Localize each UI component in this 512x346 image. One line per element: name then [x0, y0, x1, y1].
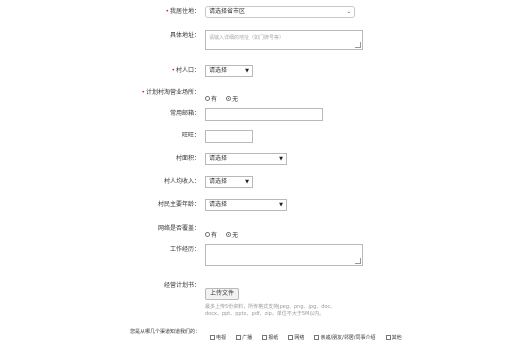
address-placeholder: 请输入详细的地址（如门牌号等） [209, 35, 285, 41]
checkbox-tv[interactable] [210, 335, 215, 340]
resize-grip-icon[interactable] [355, 258, 361, 264]
age-select-value: 请选择 [209, 201, 228, 208]
age-label: 村民主要年龄： [157, 201, 200, 208]
population-select[interactable]: 请选择 ▼ [205, 65, 253, 77]
radio-no[interactable] [226, 232, 232, 237]
income-select-value: 请选择 [209, 178, 228, 185]
checkbox-newspaper-label: 报纸 [268, 335, 279, 341]
checkbox-tv-label: 电视 [216, 335, 227, 341]
email-input[interactable] [205, 108, 323, 121]
population-label: •村人口： [171, 67, 200, 74]
checkbox-referral[interactable] [314, 335, 320, 340]
qq-label: 旺旺： [181, 132, 200, 139]
location-select[interactable]: 请选择省市区 ⌄ [205, 6, 355, 18]
dropdown-arrow-icon: ▼ [279, 156, 283, 162]
population-select-value: 请选择 [209, 67, 228, 74]
required-mark: • [141, 89, 145, 96]
upload-label: 经营计划书： [163, 282, 200, 289]
location-select-value: 请选择省市区 [209, 8, 246, 15]
area-select-value: 请选择 [209, 155, 228, 162]
required-mark: • [165, 8, 169, 15]
radio-no[interactable] [226, 96, 232, 101]
address-textarea[interactable]: 请输入详细的地址（如门牌号等） [205, 30, 363, 50]
chevron-down-icon: ⌄ [346, 9, 351, 15]
income-label: 村人均收入： [163, 178, 200, 185]
checkbox-radio[interactable] [236, 335, 242, 340]
radio-no-label: 无 [232, 232, 239, 239]
income-select[interactable]: 请选择 ▼ [205, 176, 253, 188]
experience-label: 工作经历： [169, 246, 200, 253]
location-label: •我居住地： [165, 8, 200, 15]
channels-label: 您是从哪几个渠道知道我们的： [129, 329, 200, 335]
upload-hint: 最多上传5份资料，所传格式支持jpeg、png、jpg、doc、docx、ppt… [205, 304, 336, 317]
upload-control: 上传文件 最多上传5份资料，所传格式支持jpeg、png、jpg、doc、doc… [205, 280, 350, 318]
checkbox-internet-label: 网络 [294, 335, 305, 341]
experience-textarea[interactable] [205, 244, 363, 266]
checkbox-newspaper[interactable] [262, 335, 268, 340]
checkbox-internet[interactable] [288, 335, 294, 340]
required-mark: • [171, 67, 175, 74]
area-select[interactable]: 请选择 ▼ [205, 153, 287, 165]
age-select[interactable]: 请选择 ▼ [205, 199, 287, 211]
radio-yes-label: 有 [211, 232, 218, 239]
email-label: 常用邮箱： [169, 110, 200, 117]
experience-row: 工作经历： [0, 244, 512, 266]
address-row: 具体地址： 请输入详细的地址（如门牌号等） [0, 30, 512, 50]
network-radios: 有 无 [205, 224, 242, 243]
dropdown-arrow-icon: ▼ [245, 68, 249, 74]
address-label: 具体地址： [169, 32, 200, 39]
dropdown-arrow-icon: ▼ [279, 202, 283, 208]
radio-yes-label: 有 [211, 96, 218, 103]
area-label: 村面积： [175, 155, 200, 162]
channels-checkboxes: 电视 广播 报纸 网络 亲戚/朋友/邻居/同事介绍 其他 [210, 327, 407, 346]
checkbox-radio-label: 广播 [242, 335, 253, 341]
checkbox-other[interactable] [385, 335, 391, 340]
network-label: 网络是否覆盖： [157, 225, 200, 232]
qq-input[interactable] [205, 130, 253, 143]
radio-yes[interactable] [205, 232, 210, 237]
checkbox-referral-label: 亲戚/朋友/邻居/同事介绍 [320, 335, 376, 341]
radio-no-label: 无 [232, 96, 239, 103]
dropdown-arrow-icon: ▼ [245, 179, 249, 185]
resize-grip-icon[interactable] [355, 42, 361, 48]
business-place-label: •计划村淘营业场所： [141, 89, 200, 96]
business-place-radios: 有 无 [205, 88, 242, 107]
upload-file-button[interactable]: 上传文件 [205, 288, 240, 300]
radio-yes[interactable] [205, 96, 210, 101]
checkbox-other-label: 其他 [391, 335, 402, 341]
